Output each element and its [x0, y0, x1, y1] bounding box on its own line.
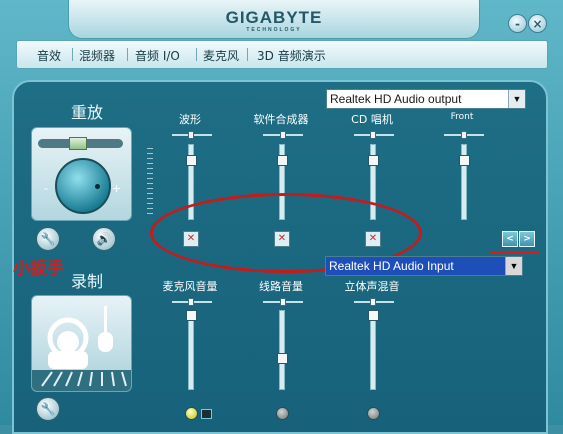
annotation-underline [489, 251, 539, 253]
record-source-box [31, 295, 132, 392]
title-bar: GIGABYTE TECHNOLOGY [68, 0, 480, 39]
prev-page-button[interactable]: < [502, 231, 518, 247]
balance-marker[interactable] [461, 131, 467, 139]
tab-divider [72, 48, 73, 61]
balance-marker[interactable] [280, 131, 286, 139]
headset-icon [32, 306, 131, 391]
scale-tick [147, 208, 153, 209]
tab-sound-effects[interactable]: 音效 [37, 47, 61, 64]
scale-tick [147, 198, 153, 199]
scale-tick [147, 203, 153, 204]
column-label-front: Front [450, 112, 474, 122]
close-button[interactable]: × [528, 14, 547, 33]
volume-thumb-wave[interactable] [186, 154, 197, 166]
playback-device-value: Realtek HD Audio output [330, 92, 462, 106]
knob-minus-label: - [44, 182, 48, 195]
master-volume-knob[interactable] [55, 158, 111, 214]
volume-thumb-synth[interactable] [277, 154, 288, 166]
scale-tick [147, 173, 153, 174]
scale-tick [147, 183, 153, 184]
volume-track-line [279, 310, 285, 390]
scale-tick [147, 178, 153, 179]
tab-divider [247, 48, 248, 61]
scale-tick [147, 153, 153, 154]
column-label-stereo-mix: 立体声混音 [344, 280, 400, 293]
volume-thumb-line[interactable] [277, 352, 288, 364]
scale-tick [147, 148, 153, 149]
tab-mixer[interactable]: 混频器 [79, 47, 115, 64]
chevron-down-icon: ▼ [508, 90, 525, 108]
playback-title: 重放 [71, 103, 104, 122]
knob-indicator [95, 184, 100, 189]
brand-tagline: TECHNOLOGY [246, 27, 302, 33]
balance-marker[interactable] [280, 298, 286, 306]
column-label-line-volume: 线路音量 [259, 280, 303, 293]
column-label-cd: CD 唱机 [351, 113, 393, 126]
tab-3d-audio-demo[interactable]: 3D 音频演示 [257, 47, 326, 64]
volume-track-mic [188, 310, 194, 390]
wrench-icon[interactable]: 🔧 [36, 227, 60, 251]
scale-tick [147, 213, 153, 214]
annotation-text: 小扳手 [13, 259, 64, 279]
record-device-select[interactable]: Realtek HD Audio Input ▼ [325, 256, 523, 276]
volume-track-stereo-mix [370, 310, 376, 390]
minimize-button[interactable]: - [508, 14, 527, 33]
column-label-synth: 软件合成器 [253, 113, 309, 126]
tab-microphone[interactable]: 麦克风 [203, 47, 239, 64]
volume-thumb-front[interactable] [459, 154, 470, 166]
scale-ticks [147, 148, 155, 218]
scale-tick [147, 193, 153, 194]
knob-plus-label: + [112, 182, 122, 195]
balance-slider-thumb[interactable] [69, 137, 87, 150]
tab-bar: 音效 混频器 音频 I/O 麦克风 3D 音频演示 [16, 40, 548, 69]
volume-thumb-cd[interactable] [368, 154, 379, 166]
record-select-led-mic[interactable] [185, 407, 198, 420]
balance-marker[interactable] [370, 131, 376, 139]
tab-divider [127, 48, 128, 61]
column-label-wave: 波形 [179, 113, 201, 126]
record-select-led-line[interactable] [276, 407, 289, 420]
balance-marker[interactable] [188, 298, 194, 306]
playback-device-select[interactable]: Realtek HD Audio output ▼ [326, 89, 526, 109]
mic-boost-indicator [201, 409, 212, 419]
volume-knob-box: - + [31, 127, 132, 221]
next-page-button[interactable]: > [519, 231, 535, 247]
record-title: 录制 [71, 272, 104, 291]
balance-marker[interactable] [370, 298, 376, 306]
balance-marker[interactable] [188, 131, 194, 139]
record-select-led-stereo-mix[interactable] [367, 407, 380, 420]
volume-thumb-mic[interactable] [186, 309, 197, 321]
volume-thumb-stereo-mix[interactable] [368, 309, 379, 321]
scale-tick [147, 158, 153, 159]
speaker-icon[interactable]: 🔊 [92, 227, 116, 251]
scale-tick [147, 163, 153, 164]
tab-audio-io[interactable]: 音频 I/O [135, 47, 180, 64]
scale-tick [147, 168, 153, 169]
column-label-mic-volume: 麦克风音量 [162, 280, 218, 293]
chevron-down-icon: ▼ [505, 257, 522, 275]
tab-divider [196, 48, 197, 61]
record-device-value: Realtek HD Audio Input [329, 259, 454, 273]
scale-tick [147, 188, 153, 189]
wrench-icon[interactable]: 🔧 [36, 397, 60, 421]
brand-logo: GIGABYTE [225, 8, 323, 27]
